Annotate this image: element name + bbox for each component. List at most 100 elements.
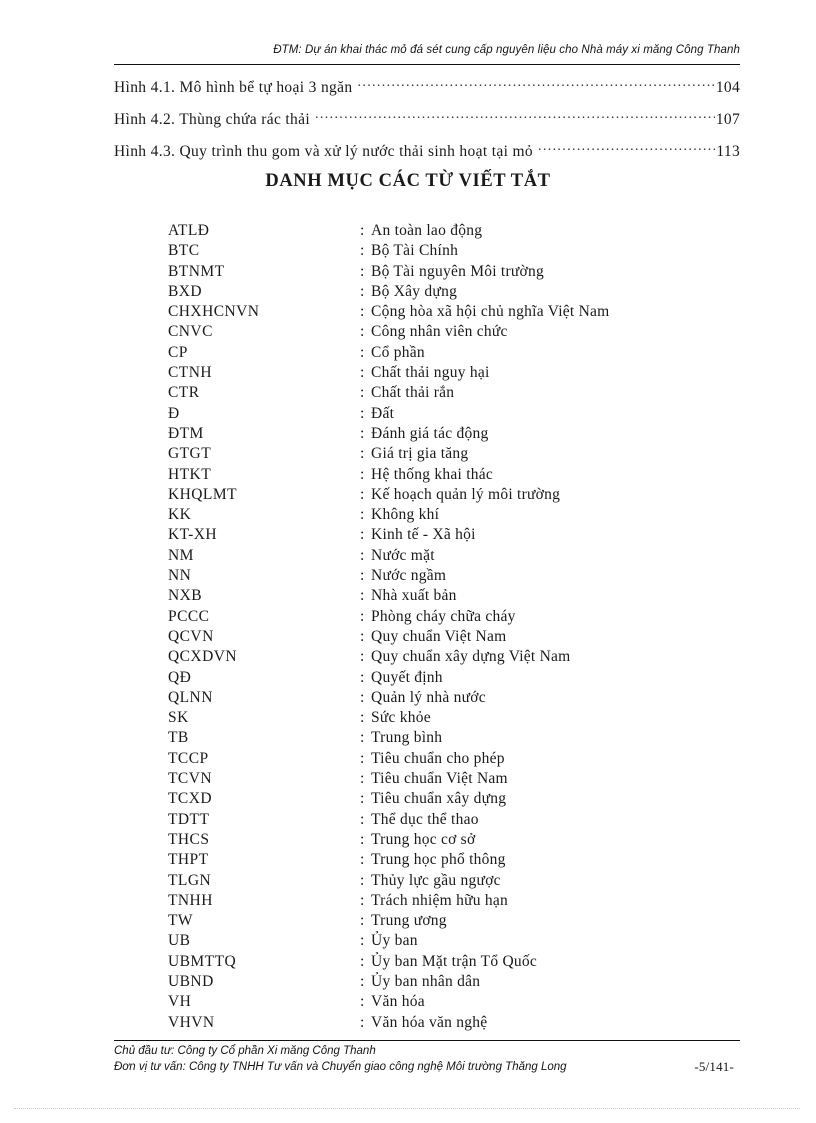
abbreviation-separator: : xyxy=(360,749,365,767)
abbreviation-separator: : xyxy=(360,404,365,422)
abbreviation-separator: : xyxy=(360,668,365,686)
abbreviation-row: TB : Trung bình xyxy=(168,729,688,749)
abbreviation-table: ATLĐ: An toàn lao động BTC: Bộ Tài Chính BTN… xyxy=(168,222,688,1034)
abbreviation-separator: : xyxy=(360,323,365,341)
toc-entry: Hình 4.2. Thùng chứa rác thải 107 xyxy=(114,108,740,140)
abbreviation-definition: Ủy ban Mặt trận Tổ Quốc xyxy=(371,952,538,970)
abbreviation-definition: Quyết định xyxy=(371,668,443,686)
abbreviation-row: UB: Ủy ban xyxy=(168,932,688,952)
abbreviation-row: SK: Sức khỏe xyxy=(168,709,688,729)
abbreviation-definition-cell: : An toàn lao động xyxy=(360,222,688,242)
abbreviation-separator: : xyxy=(360,303,365,321)
abbreviation-row: CP: Cổ phần xyxy=(168,344,688,364)
abbreviation-row: CTR: Chất thải rắn xyxy=(168,384,688,404)
abbreviation-row: TCCP: Tiêu chuẩn cho phép xyxy=(168,750,688,770)
abbreviation-separator: : xyxy=(360,952,365,970)
abbreviation-term: VHVN xyxy=(168,1013,215,1031)
abbreviation-term: KHQLMT xyxy=(168,485,237,503)
abbreviation-definition-cell: : Thể dục thể thao xyxy=(360,811,688,831)
abbreviation-separator: : xyxy=(360,810,365,828)
abbreviation-row: THPT : Trung học phổ thông xyxy=(168,851,688,871)
abbreviation-term: QCXDVN xyxy=(168,648,238,666)
abbreviation-term: GTGT xyxy=(168,445,212,463)
abbreviation-separator: : xyxy=(360,932,365,950)
abbreviation-row: BTNMT: Bộ Tài nguyên Môi trường xyxy=(168,263,688,283)
abbreviation-term: UB xyxy=(168,932,191,950)
abbreviation-term: KT-XH xyxy=(168,526,218,544)
abbreviation-row: PCCC: Phòng cháy chữa cháy xyxy=(168,608,688,628)
abbreviation-separator: : xyxy=(360,465,365,483)
abbreviation-definition: Không khí xyxy=(371,506,440,524)
abbreviation-separator: : xyxy=(360,546,365,564)
abbreviation-definition-cell: : Giá trị gia tăng xyxy=(360,445,688,465)
abbreviation-definition-cell: : Bộ Tài Chính xyxy=(360,242,688,262)
footer-investor-text: Chủ đầu tư: Công ty Cổ phần Xi măng Công… xyxy=(114,1045,376,1057)
toc-entry-label: Hình 4.2. Thùng chứa rác thải xyxy=(114,110,311,128)
abbreviation-definition-cell: : Sức khỏe xyxy=(360,709,688,729)
header-divider xyxy=(114,64,740,65)
footer-consultant-line: Đơn vị tư vấn: Công ty TNHH Tư vấn và Ch… xyxy=(114,1059,740,1075)
abbreviation-definition: Cộng hòa xã hội chủ nghĩa Việt Nam xyxy=(371,303,610,321)
abbreviation-definition-cell: : Công nhân viên chức xyxy=(360,323,688,343)
abbreviation-definition-cell: : Trung học phổ thông xyxy=(360,851,688,871)
abbreviation-definition-cell: : Đánh giá tác động xyxy=(360,425,688,445)
abbreviation-definition-cell: : Bộ Tài nguyên Môi trường xyxy=(360,263,688,283)
abbreviation-definition-cell: : Hệ thống khai thác xyxy=(360,466,688,486)
abbreviation-row: NM: Nước mặt xyxy=(168,547,688,567)
abbreviation-term: TDTT xyxy=(168,810,210,828)
abbreviation-separator: : xyxy=(360,648,365,666)
abbreviation-definition-cell: : Trung bình xyxy=(360,729,688,749)
abbreviation-term: TB xyxy=(168,729,189,747)
abbreviation-definition-cell: : Quản lý nhà nước xyxy=(360,689,688,709)
abbreviation-definition: Ủy ban xyxy=(371,932,418,950)
abbreviation-separator: : xyxy=(360,709,365,727)
abbreviation-term: ĐTM xyxy=(168,424,204,442)
abbreviation-separator: : xyxy=(360,222,365,239)
abbreviation-term: CTR xyxy=(168,384,200,402)
abbreviation-definition: Quản lý nhà nước xyxy=(371,688,486,706)
page-footer: Chủ đầu tư: Công ty Cổ phần Xi măng Công… xyxy=(114,1043,740,1075)
abbreviation-separator: : xyxy=(360,607,365,625)
abbreviation-row: TCVN: Tiêu chuẩn Việt Nam xyxy=(168,770,688,790)
abbreviation-row: TW: Trung ương xyxy=(168,912,688,932)
toc-leader-dots xyxy=(538,140,715,156)
abbreviation-definition-cell: : Kế hoạch quản lý môi trường xyxy=(360,486,688,506)
footer-divider xyxy=(114,1040,740,1041)
abbreviation-definition: Nhà xuất bản xyxy=(371,587,457,605)
abbreviation-row: TLGN: Thủy lực gầu ngược xyxy=(168,872,688,892)
abbreviation-definition: Thể dục thể thao xyxy=(371,810,479,828)
abbreviation-definition: Kinh tế - Xã hội xyxy=(371,526,476,544)
abbreviation-separator: : xyxy=(360,912,365,930)
abbreviation-separator: : xyxy=(360,567,365,585)
footer-consultant-text: Đơn vị tư vấn: Công ty TNHH Tư vấn và Ch… xyxy=(114,1061,567,1073)
abbreviation-separator: : xyxy=(360,1013,365,1031)
abbreviation-term: BTC xyxy=(168,242,200,260)
abbreviation-separator: : xyxy=(360,627,365,645)
abbreviation-term: SK xyxy=(168,709,189,727)
abbreviation-definition: Trách nhiệm hữu hạn xyxy=(371,891,508,909)
abbreviation-term: TCCP xyxy=(168,749,209,767)
abbreviation-row: TDTT: Thể dục thể thao xyxy=(168,811,688,831)
abbreviation-row: UBMTTQ: Ủy ban Mặt trận Tổ Quốc xyxy=(168,953,688,973)
abbreviation-definition: An toàn lao động xyxy=(371,222,483,239)
abbreviation-separator: : xyxy=(360,364,365,382)
abbreviation-term: THPT xyxy=(168,851,209,869)
abbreviation-definition: Công nhân viên chức xyxy=(371,323,508,341)
abbreviation-row: BTC : Bộ Tài Chính xyxy=(168,242,688,262)
abbreviation-row: UBND: Ủy ban nhân dân xyxy=(168,973,688,993)
abbreviation-definition: Hệ thống khai thác xyxy=(371,465,494,483)
abbreviation-table-body: ATLĐ: An toàn lao động BTC: Bộ Tài Chính BTN… xyxy=(168,222,688,1034)
abbreviation-term: QĐ xyxy=(168,668,192,686)
abbreviation-term: TW xyxy=(168,912,193,930)
abbreviation-separator: : xyxy=(360,972,365,990)
abbreviation-separator: : xyxy=(360,587,365,605)
abbreviation-definition: Bộ Tài Chính xyxy=(371,242,459,260)
abbreviation-separator: : xyxy=(360,424,365,442)
abbreviation-definition: Sức khỏe xyxy=(371,709,431,727)
abbreviation-definition: Quy chuẩn xây dựng Việt Nam xyxy=(371,648,571,666)
abbreviation-row: QCVN: Quy chuẩn Việt Nam xyxy=(168,628,688,648)
abbreviation-row: QCXDVN: Quy chuẩn xây dựng Việt Nam xyxy=(168,648,688,668)
abbreviation-separator: : xyxy=(360,871,365,889)
abbreviation-definition: Tiêu chuẩn Việt Nam xyxy=(371,770,508,788)
abbreviation-separator: : xyxy=(360,851,365,869)
